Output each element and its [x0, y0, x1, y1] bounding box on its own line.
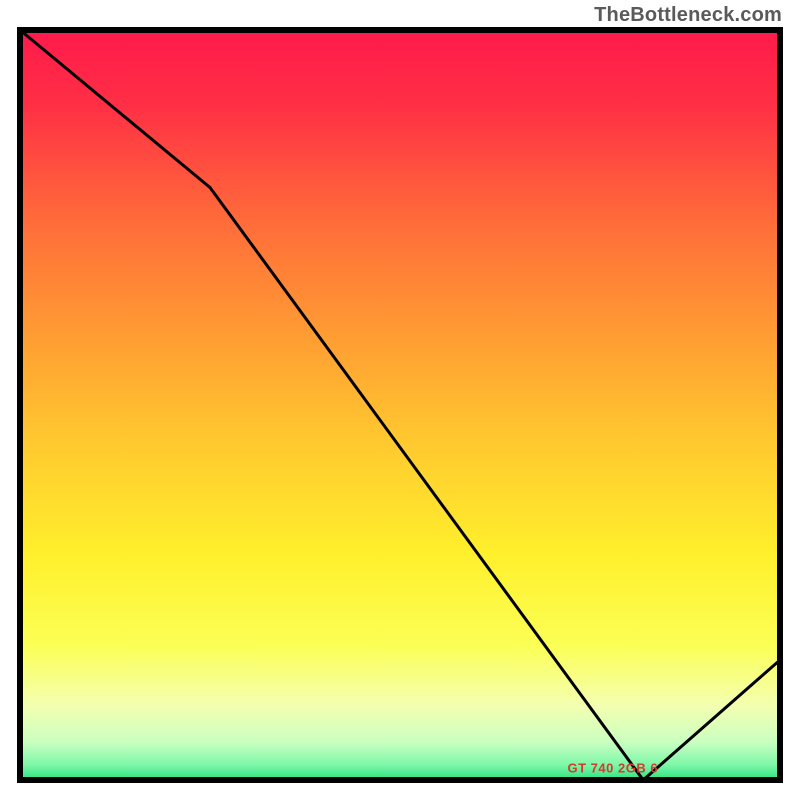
- chart-container: TheBottleneck.com GT 740 2GB 6: [0, 0, 800, 800]
- chart-svg: GT 740 2GB 6: [0, 0, 800, 800]
- plot-gradient: [20, 30, 780, 780]
- annotation-label: GT 740 2GB 6: [568, 760, 659, 775]
